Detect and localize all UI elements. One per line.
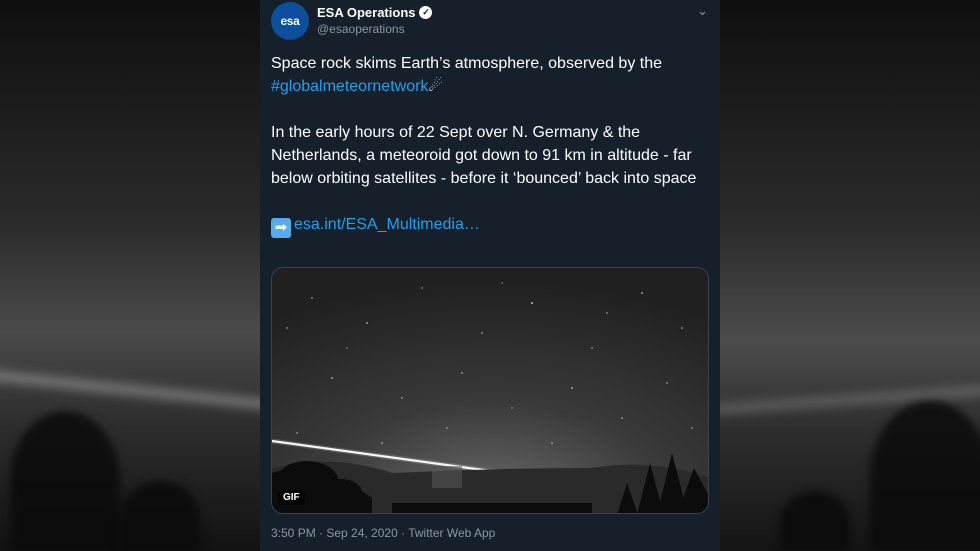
verified-badge-icon: ✓ [419,6,433,19]
tweet-link-line: ➡ esa.int/ESA_Multimedia… [271,213,711,238]
account-handle[interactable]: @esaoperations [317,22,405,36]
account-name-row: ESA Operations ✓ [317,5,433,20]
gif-media[interactable] [271,267,709,514]
hashtag-link[interactable]: #globalmeteornetwork [271,78,428,95]
tweet-body: In the early hours of 22 Sept over N. Ge… [271,124,697,187]
tweet-text: Space rock skims Earth’s atmosphere, obs… [271,52,711,238]
comet-emoji-icon: ☄ [428,78,443,95]
chevron-down-icon[interactable]: ⌄ [697,3,708,19]
tweet-timestamp[interactable]: 3:50 PM · Sep 24, 2020 · Twitter Web App [271,526,495,540]
avatar[interactable]: esa [271,2,309,40]
tweet-hashtag-line: #globalmeteornetwork☄ [271,75,711,98]
background-blur-right [720,0,980,551]
meteor-night-sky-image [272,268,708,513]
esa-logo: esa [280,14,300,28]
esa-link[interactable]: esa.int/ESA_Multimedia… [294,216,480,233]
background-blur-left [0,0,260,551]
right-arrow-emoji-icon: ➡ [271,218,291,238]
gif-badge: GIF [278,490,305,505]
tweet-line-1: Space rock skims Earth’s atmosphere, obs… [271,55,662,72]
account-name[interactable]: ESA Operations [317,5,415,20]
